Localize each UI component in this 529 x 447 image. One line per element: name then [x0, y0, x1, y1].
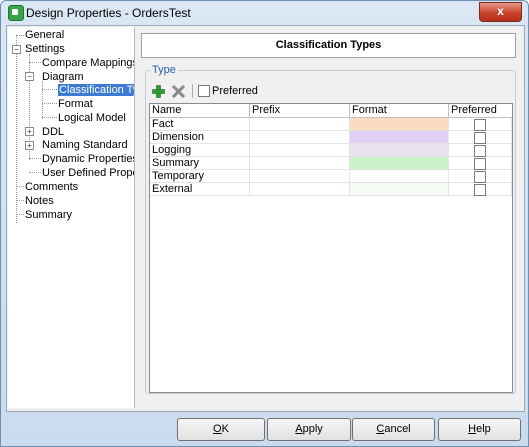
tree-item-format[interactable]: Format [58, 98, 93, 111]
preferred-filter-checkbox[interactable] [198, 85, 210, 97]
cancel-button[interactable]: Cancel [352, 418, 435, 441]
cell-format-swatch[interactable] [350, 144, 449, 157]
cell-prefix[interactable] [250, 131, 350, 144]
toolbar-separator [192, 84, 193, 98]
tree-item-dynamic-properties[interactable]: Dynamic Properties [42, 153, 134, 166]
settings-tree[interactable]: − − + + General Settings Compare Mapping… [8, 27, 135, 408]
cell-format-swatch[interactable] [350, 118, 449, 131]
dialog-body: − − + + General Settings Compare Mapping… [6, 25, 525, 412]
app-icon [8, 5, 24, 21]
collapse-diagram-icon[interactable]: − [25, 72, 34, 81]
tree-item-settings[interactable]: Settings [25, 43, 65, 56]
column-header-preferred[interactable]: Preferred [449, 104, 512, 117]
preferred-filter-label: Preferred [212, 85, 258, 97]
collapse-settings-icon[interactable]: − [12, 45, 21, 54]
cell-name[interactable]: Temporary [150, 170, 250, 183]
ok-button[interactable]: OK [177, 418, 265, 441]
cell-preferred [449, 118, 512, 131]
preferred-checkbox[interactable] [474, 119, 486, 131]
delete-icon[interactable] [172, 85, 185, 98]
cell-preferred [449, 131, 512, 144]
apply-button[interactable]: Apply [267, 418, 351, 441]
tree-item-comments[interactable]: Comments [25, 181, 78, 194]
settings-panel: Classification Types Type Preferred Name [137, 27, 521, 408]
cell-prefix[interactable] [250, 170, 350, 183]
column-header-name[interactable]: Name [150, 104, 250, 117]
cell-name[interactable]: Fact [150, 118, 250, 131]
table-row[interactable]: Dimension [150, 131, 512, 144]
table-row[interactable]: External [150, 183, 512, 196]
tree-item-ddl[interactable]: DDL [42, 126, 64, 139]
cell-name[interactable]: Logging [150, 144, 250, 157]
table-row[interactable]: Temporary [150, 170, 512, 183]
classification-types-table[interactable]: Name Prefix Format Preferred Fact Dimens… [149, 103, 513, 393]
cell-format-swatch[interactable] [350, 183, 449, 196]
tree-item-summary[interactable]: Summary [25, 209, 72, 222]
tree-item-general[interactable]: General [25, 29, 64, 42]
expand-ddl-icon[interactable]: + [25, 127, 34, 136]
tree-item-compare-mappings[interactable]: Compare Mappings [42, 57, 134, 70]
add-icon[interactable] [152, 85, 165, 98]
tree-item-classification-types[interactable]: Classification Types [58, 84, 134, 97]
column-header-prefix[interactable]: Prefix [250, 104, 350, 117]
cell-preferred [449, 170, 512, 183]
cell-format-swatch[interactable] [350, 131, 449, 144]
table-row[interactable]: Logging [150, 144, 512, 157]
cell-prefix[interactable] [250, 144, 350, 157]
cell-preferred [449, 144, 512, 157]
panel-header: Classification Types [141, 33, 516, 58]
cell-format-swatch[interactable] [350, 157, 449, 170]
table-row[interactable]: Fact [150, 118, 512, 131]
cell-preferred [449, 157, 512, 170]
help-button[interactable]: Help [438, 418, 521, 441]
cell-prefix[interactable] [250, 157, 350, 170]
close-button[interactable]: x [479, 2, 522, 22]
tree-item-notes[interactable]: Notes [25, 195, 54, 208]
table-header: Name Prefix Format Preferred [150, 104, 512, 118]
type-group-title: Type [150, 64, 178, 76]
preferred-checkbox[interactable] [474, 184, 486, 196]
dialog-window: Design Properties - OrdersTest x − − + +… [0, 0, 529, 447]
cell-prefix[interactable] [250, 183, 350, 196]
cell-name[interactable]: External [150, 183, 250, 196]
table-row[interactable]: Summary [150, 157, 512, 170]
title-bar[interactable]: Design Properties - OrdersTest x [1, 1, 528, 25]
cell-format-swatch[interactable] [350, 170, 449, 183]
type-group: Type Preferred Name Prefix Format Prefer… [145, 64, 516, 394]
cell-preferred [449, 183, 512, 196]
preferred-checkbox[interactable] [474, 171, 486, 183]
tree-item-diagram[interactable]: Diagram [42, 71, 84, 84]
cell-name[interactable]: Summary [150, 157, 250, 170]
tree-item-logical-model[interactable]: Logical Model [58, 112, 126, 125]
tree-item-naming-standard[interactable]: Naming Standard [42, 139, 128, 152]
window-title: Design Properties - OrdersTest [26, 6, 191, 20]
expand-naming-standard-icon[interactable]: + [25, 141, 34, 150]
cell-prefix[interactable] [250, 118, 350, 131]
column-header-format[interactable]: Format [350, 104, 449, 117]
preferred-checkbox[interactable] [474, 158, 486, 170]
tree-item-user-defined-properties[interactable]: User Defined Properties [42, 167, 134, 180]
cell-name[interactable]: Dimension [150, 131, 250, 144]
preferred-checkbox[interactable] [474, 145, 486, 157]
preferred-checkbox[interactable] [474, 132, 486, 144]
